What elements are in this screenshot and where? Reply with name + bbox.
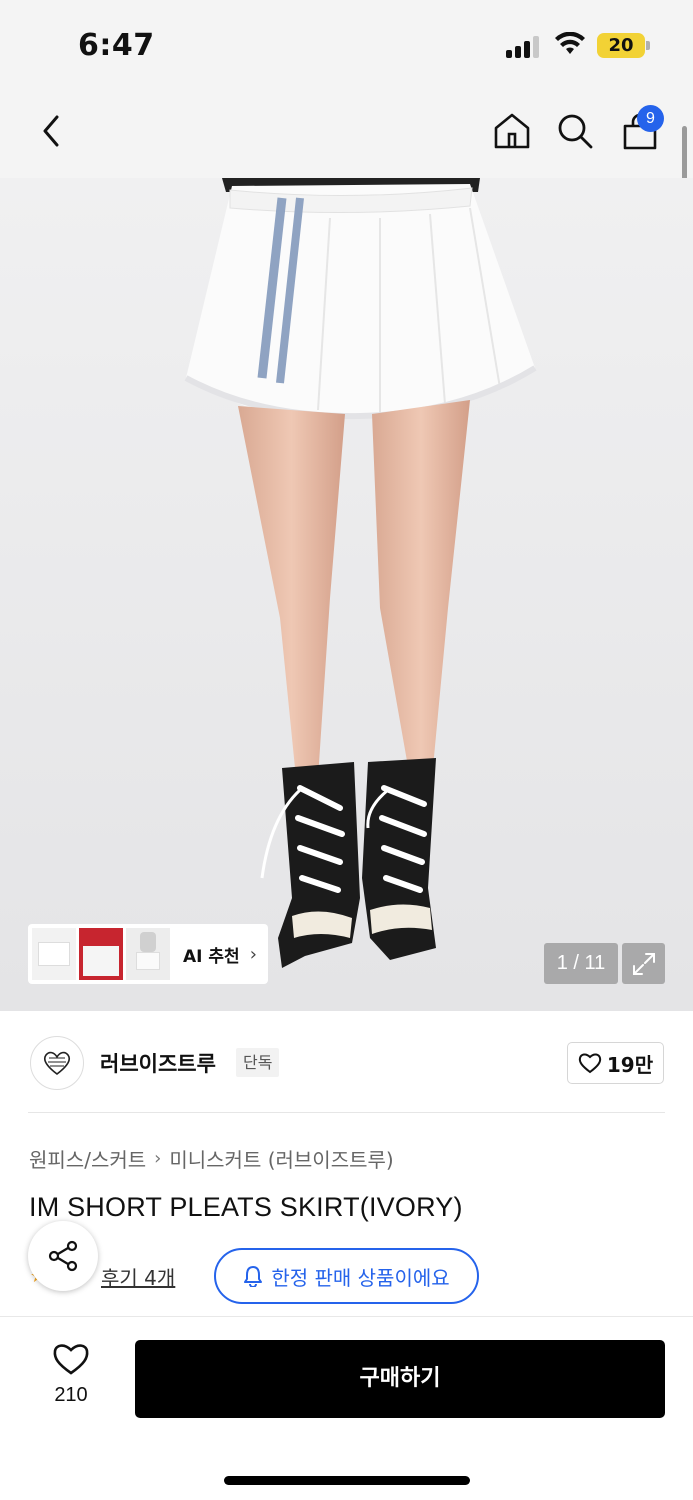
top-nav-bar bbox=[0, 92, 693, 178]
brand-like-button[interactable]: 19만 bbox=[567, 1042, 664, 1084]
buy-button[interactable]: 구매하기 bbox=[135, 1340, 665, 1418]
cart-count-badge: 9 bbox=[637, 105, 664, 132]
image-page-indicator: 1 / 11 bbox=[544, 943, 618, 984]
limited-sale-badge[interactable]: 한정 판매 상품이에요 bbox=[214, 1248, 479, 1304]
breadcrumb: 원피스/스커트 › 미니스커트 (러브이즈트루) bbox=[29, 1144, 394, 1173]
breadcrumb-subcategory[interactable]: 미니스커트 (러브이즈트루) bbox=[169, 1144, 393, 1173]
ai-recommend-box[interactable]: AI 추천 › bbox=[28, 924, 268, 984]
wishlist-count: 210 bbox=[54, 1384, 88, 1406]
product-photo bbox=[0, 178, 693, 1011]
home-indicator bbox=[224, 1476, 470, 1485]
product-title: IM SHORT PLEATS SKIRT(IVORY) bbox=[29, 1192, 463, 1222]
wifi-icon bbox=[555, 32, 585, 54]
heart-icon bbox=[578, 1053, 602, 1074]
product-image[interactable] bbox=[0, 178, 693, 1011]
brand-like-count: 19만 bbox=[606, 1052, 654, 1077]
chevron-right-icon: › bbox=[154, 1148, 162, 1169]
recommend-thumbnail[interactable] bbox=[126, 928, 170, 980]
status-time: 6:47 bbox=[78, 28, 155, 63]
brand-name[interactable]: 러브이즈트루 bbox=[100, 1048, 216, 1078]
reviews-link[interactable]: 후기 4개 bbox=[101, 1262, 175, 1291]
limited-sale-label: 한정 판매 상품이에요 bbox=[271, 1265, 450, 1290]
divider bbox=[28, 1112, 665, 1113]
back-icon[interactable] bbox=[34, 114, 68, 148]
recommend-thumbnail[interactable] bbox=[32, 928, 76, 980]
wishlist-button[interactable]: 210 bbox=[40, 1342, 102, 1407]
expand-icon[interactable] bbox=[622, 943, 665, 984]
chevron-right-icon: › bbox=[249, 943, 257, 965]
home-icon[interactable] bbox=[490, 110, 534, 152]
brand-logo[interactable] bbox=[30, 1036, 84, 1090]
status-bar: 6:47 20 bbox=[0, 0, 693, 92]
ai-recommend-label: AI 추천 bbox=[183, 946, 240, 967]
battery-icon: 20 bbox=[597, 33, 645, 58]
bell-icon bbox=[244, 1266, 263, 1287]
heart-icon bbox=[53, 1344, 89, 1375]
search-icon[interactable] bbox=[554, 110, 596, 152]
exclusive-badge: 단독 bbox=[236, 1048, 280, 1077]
breadcrumb-category[interactable]: 원피스/스커트 bbox=[29, 1144, 146, 1173]
recommend-thumbnail[interactable] bbox=[79, 928, 123, 980]
share-icon[interactable] bbox=[28, 1221, 98, 1291]
cellular-signal-icon bbox=[506, 36, 542, 58]
